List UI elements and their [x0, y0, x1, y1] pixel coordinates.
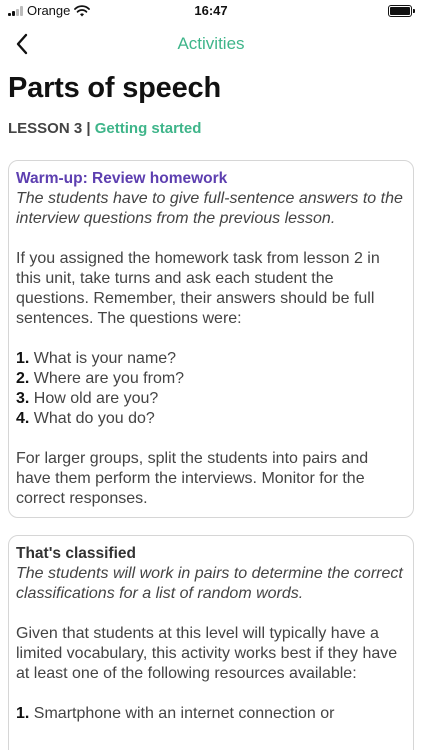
card-title: That's classified [16, 545, 136, 562]
card-subtitle: The students have to give full-sentence … [16, 190, 403, 227]
activity-card-warm-up: Warm-up: Review homework The students ha… [8, 160, 414, 518]
card-paragraph: For larger groups, split the students in… [16, 450, 369, 507]
lesson-line: LESSON 3 | Getting started [8, 120, 201, 137]
card-subtitle: The students will work in pairs to deter… [16, 565, 403, 602]
nav-title: Activities [177, 34, 245, 53]
activity-card-classified: That's classified The students will work… [8, 535, 414, 750]
card-title: Warm-up: Review homework [16, 170, 228, 187]
list-item: 2. Where are you from? [16, 370, 185, 387]
battery-icon [388, 5, 415, 17]
list-item: 1. Smartphone with an internet connectio… [16, 705, 335, 722]
list-item: 3. How old are you? [16, 390, 159, 407]
list-item: 4. What do you do? [16, 410, 155, 427]
card-paragraph: If you assigned the homework task from l… [16, 250, 380, 327]
navigation-bar: Activities [0, 26, 422, 62]
list-item: 1. What is your name? [16, 350, 177, 367]
lesson-separator: | [86, 120, 91, 137]
status-bar: Orange 16:47 [0, 0, 422, 22]
card-paragraph: Given that students at this level will t… [16, 625, 398, 682]
lesson-name-link[interactable]: Getting started [95, 120, 202, 137]
page-title: Parts of speech [8, 72, 221, 104]
lesson-label: LESSON 3 [8, 120, 83, 137]
status-time: 16:47 [194, 3, 228, 18]
